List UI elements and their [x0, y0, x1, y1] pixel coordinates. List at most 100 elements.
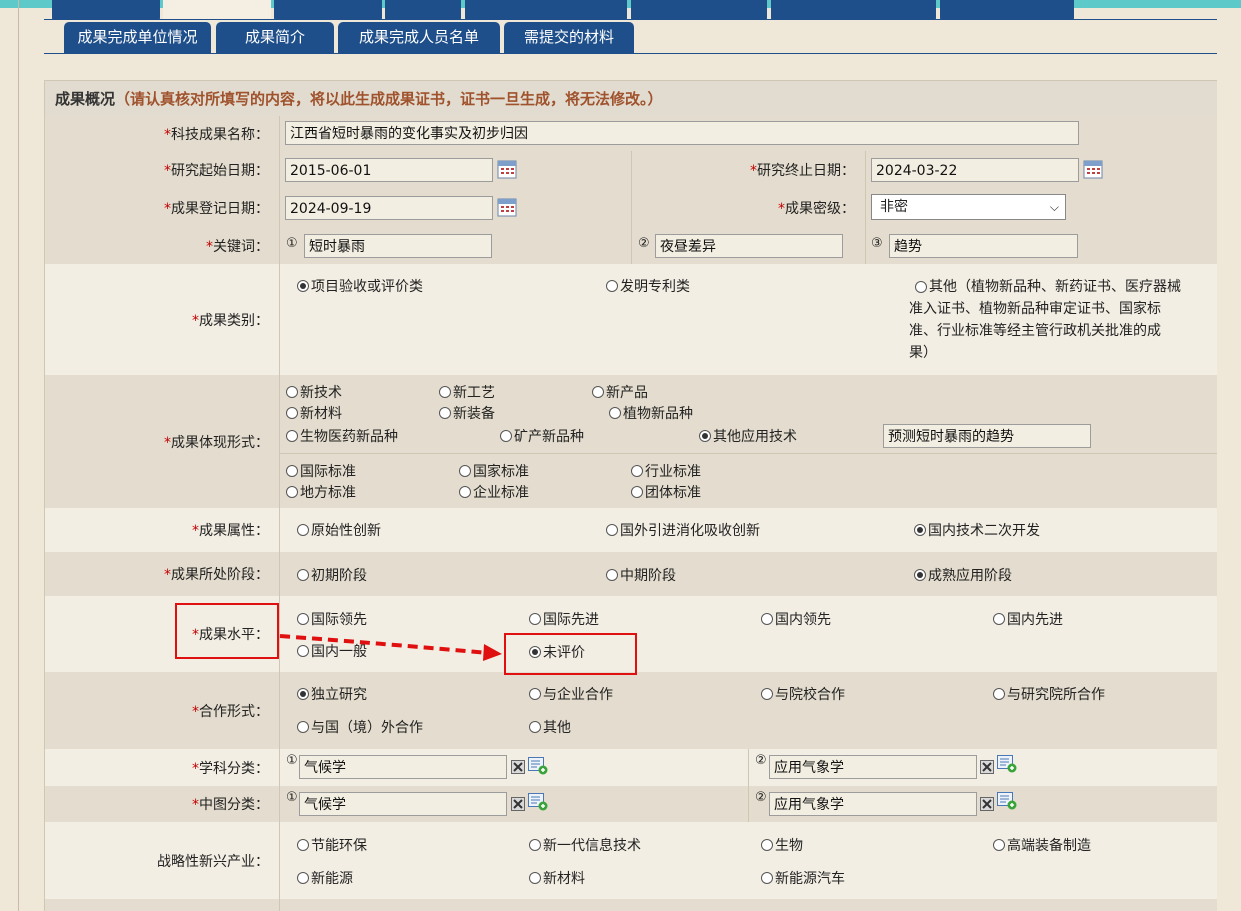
radio-coop-other[interactable]: 其他 [529, 717, 571, 737]
radio-industry-equipment[interactable]: 高端装备制造 [993, 835, 1091, 855]
radio-imported-innovation[interactable]: 国外引进消化吸收创新 [606, 520, 760, 540]
tab-hidden-active[interactable] [163, 0, 271, 20]
tab-personnel[interactable]: 成果完成人员名单 [338, 22, 500, 53]
start-date-input[interactable]: 2015-06-01 [285, 158, 493, 182]
clear-icon[interactable] [511, 760, 525, 774]
radio-industry-new-energy[interactable]: 新能源 [297, 868, 353, 888]
clc-index-2: ② [755, 790, 767, 805]
radio-national-standard[interactable]: 国家标准 [459, 461, 529, 481]
add-list-icon[interactable] [997, 755, 1017, 773]
tab-summary[interactable]: 成果简介 [216, 22, 334, 53]
tab-hidden-1[interactable] [52, 0, 160, 20]
radio-category-project[interactable]: 项目验收或评价类 [297, 276, 423, 296]
radio-coop-enterprise[interactable]: 与企业合作 [529, 684, 613, 704]
radio-industry-nev[interactable]: 新能源汽车 [761, 868, 845, 888]
radio-coop-college[interactable]: 与院校合作 [761, 684, 845, 704]
label-category: 成果类别： [199, 312, 269, 329]
chevron-down-icon: ⌵ [1049, 200, 1059, 214]
tab-unit-info[interactable]: 成果完成单位情况 [64, 22, 211, 53]
other-applied-tech-input[interactable]: 预测短时暴雨的趋势 [883, 424, 1091, 448]
add-list-icon[interactable] [528, 793, 548, 811]
row-stage: *成果所处阶段： 初期阶段 中期阶段 成熟应用阶段 [44, 552, 1217, 597]
keyword-index-1: ① [286, 236, 298, 251]
radio-other-applied-tech[interactable]: 其他应用技术 [699, 426, 797, 446]
tab-hidden-7[interactable] [771, 0, 936, 20]
radio-category-other[interactable]: 其他（植物新品种、新药证书、医疗器械 准入证书、植物新品种审定证书、国家标 准、… [909, 276, 1209, 364]
label-keywords: 关键词： [213, 238, 269, 255]
label-subject: 学科分类： [199, 760, 269, 777]
tab-hidden-5[interactable] [465, 0, 627, 20]
radio-intl-standard[interactable]: 国际标准 [286, 461, 356, 481]
annotation-arrow [279, 634, 502, 661]
tab-hidden-6[interactable] [631, 0, 767, 20]
radio-stage-middle[interactable]: 中期阶段 [606, 565, 676, 585]
row-subject: *学科分类： ① 气候学 ② 应用气象学 [44, 749, 1217, 787]
keyword-input-1[interactable]: 短时暴雨 [304, 234, 492, 258]
keyword-input-2[interactable]: 夜昼差异 [655, 234, 843, 258]
radio-level-intl-advanced[interactable]: 国际先进 [529, 609, 599, 629]
radio-industry-energy-saving[interactable]: 节能环保 [297, 835, 367, 855]
radio-enterprise-standard[interactable]: 企业标准 [459, 482, 529, 502]
radio-industry-new-material[interactable]: 新材料 [529, 868, 585, 888]
label-end-date: 研究终止日期： [757, 162, 855, 179]
clear-icon[interactable] [980, 760, 994, 774]
calendar-icon[interactable] [497, 159, 517, 179]
label-cooperation: 合作形式： [199, 703, 269, 720]
radio-level-domestic-advanced[interactable]: 国内先进 [993, 609, 1063, 629]
tab-hidden-8[interactable] [940, 0, 1074, 20]
tab-hidden-4[interactable] [385, 0, 461, 20]
radio-industry-bio[interactable]: 生物 [761, 835, 803, 855]
subject-index-1: ① [286, 753, 298, 768]
radio-new-process[interactable]: 新工艺 [439, 382, 495, 402]
radio-bio-medicine[interactable]: 生物医药新品种 [286, 426, 398, 446]
radio-coop-institute[interactable]: 与研究院所合作 [993, 684, 1105, 704]
name-input[interactable]: 江西省短时暴雨的变化事实及初步归因 [285, 121, 1079, 145]
secret-level-select[interactable]: 非密 ⌵ [871, 194, 1066, 220]
highlight-box-level-label [175, 603, 279, 659]
section-notice: （请认真核对所填写的内容，将以此生成成果证书，证书一旦生成，将无法修改。） [115, 90, 663, 108]
clc-index-1: ① [286, 790, 298, 805]
radio-level-domestic-leading[interactable]: 国内领先 [761, 609, 831, 629]
radio-domestic-secondary[interactable]: 国内技术二次开发 [914, 520, 1040, 540]
radio-new-equipment[interactable]: 新装备 [439, 403, 495, 423]
calendar-icon[interactable] [1083, 159, 1103, 179]
radio-new-tech[interactable]: 新技术 [286, 382, 342, 402]
row-form-type: *成果体现形式： 新技术 新工艺 新产品 新材料 新装备 植物新品种 生物医药新… [44, 375, 1217, 509]
radio-group-standard[interactable]: 团体标准 [631, 482, 701, 502]
radio-industry-standard[interactable]: 行业标准 [631, 461, 701, 481]
row-industry: 战略性新兴产业： 节能环保 新一代信息技术 生物 高端装备制造 新能源 新材料 … [44, 822, 1217, 900]
tab-materials[interactable]: 需提交的材料 [504, 22, 634, 53]
row-keywords: *关键词： ① 短时暴雨 ② 夜昼差异 ③ 趋势 [44, 227, 1217, 265]
clear-icon[interactable] [511, 797, 525, 811]
radio-stage-initial[interactable]: 初期阶段 [297, 565, 367, 585]
label-reg-date: 成果登记日期： [171, 200, 269, 217]
reg-date-input[interactable]: 2024-09-19 [285, 196, 493, 220]
radio-category-patent[interactable]: 发明专利类 [606, 276, 690, 296]
keyword-input-3[interactable]: 趋势 [889, 234, 1078, 258]
radio-original-innovation[interactable]: 原始性创新 [297, 520, 381, 540]
subject-input-1[interactable]: 气候学 [299, 755, 507, 779]
calendar-icon[interactable] [497, 197, 517, 217]
radio-new-plant-variety[interactable]: 植物新品种 [609, 403, 693, 423]
add-list-icon[interactable] [528, 757, 548, 775]
radio-mineral[interactable]: 矿产新品种 [500, 426, 584, 446]
label-industry: 战略性新兴产业： [157, 853, 269, 870]
radio-new-product[interactable]: 新产品 [592, 382, 648, 402]
radio-stage-mature[interactable]: 成熟应用阶段 [914, 565, 1012, 585]
subject-input-2[interactable]: 应用气象学 [769, 755, 977, 779]
add-list-icon[interactable] [997, 792, 1017, 810]
radio-local-standard[interactable]: 地方标准 [286, 482, 356, 502]
tab-hidden-3[interactable] [274, 0, 382, 20]
subject-index-2: ② [755, 753, 767, 768]
row-category: *成果类别： 项目验收或评价类 发明专利类 其他（植物新品种、新药证书、医疗器械… [44, 264, 1217, 376]
row-clc: *中图分类： ① 气候学 ② 应用气象学 [44, 786, 1217, 823]
radio-new-material[interactable]: 新材料 [286, 403, 342, 423]
radio-industry-it[interactable]: 新一代信息技术 [529, 835, 641, 855]
radio-coop-independent[interactable]: 独立研究 [297, 684, 367, 704]
end-date-input[interactable]: 2024-03-22 [871, 158, 1079, 182]
radio-level-intl-leading[interactable]: 国际领先 [297, 609, 367, 629]
clc-input-2[interactable]: 应用气象学 [769, 792, 977, 816]
clear-icon[interactable] [980, 797, 994, 811]
radio-coop-foreign[interactable]: 与国（境）外合作 [297, 717, 423, 737]
clc-input-1[interactable]: 气候学 [299, 792, 507, 816]
